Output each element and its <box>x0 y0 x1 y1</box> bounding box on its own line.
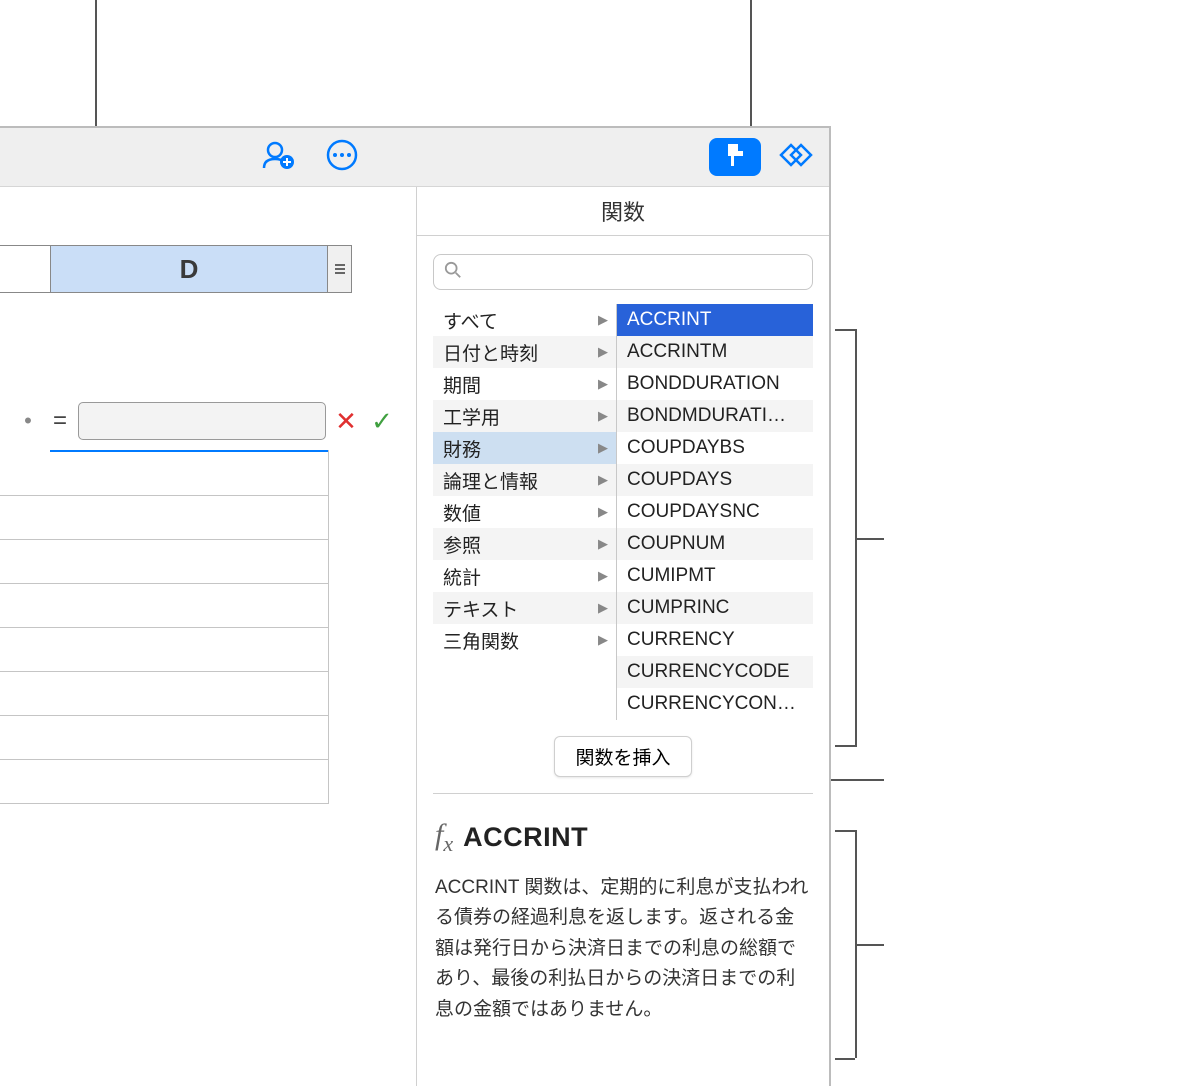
table-row[interactable] <box>0 628 328 672</box>
chevron-right-icon: ▶ <box>598 312 608 328</box>
table-row[interactable] <box>0 716 328 760</box>
table-row[interactable] <box>0 540 328 584</box>
callout-bracket <box>835 329 855 331</box>
table-row[interactable] <box>0 672 328 716</box>
format-brush-icon <box>721 141 749 174</box>
accept-formula-button[interactable]: ✓ <box>366 405 398 437</box>
search-container <box>417 236 829 304</box>
chevron-right-icon: ▶ <box>598 504 608 520</box>
cancel-formula-button[interactable]: ✕ <box>330 405 362 437</box>
formula-menu-icon[interactable]: • <box>14 408 42 434</box>
column-label: D <box>180 254 199 285</box>
sidebar-title-label: 関数 <box>601 195 645 227</box>
function-item[interactable]: CURRENCYCON… <box>617 688 813 720</box>
table-row[interactable] <box>0 584 328 628</box>
category-item[interactable]: 日付と時刻▶ <box>433 336 616 368</box>
function-detail: fx ACCRINT ACCRINT 関数は、定期的に利息が支払われる債券の経過… <box>417 794 829 1049</box>
column-header[interactable] <box>0 245 50 293</box>
formula-editor: • = ✕ ✓ <box>14 397 398 445</box>
more-button[interactable] <box>322 137 362 177</box>
app-window: D • = ✕ ✓ <box>0 126 831 1086</box>
function-item[interactable]: ACCRINTM <box>617 336 813 368</box>
function-item[interactable]: BONDDURATION <box>617 368 813 400</box>
grid-edge <box>328 450 329 804</box>
collaborator-icon <box>261 138 295 177</box>
category-item[interactable]: 財務▶ <box>433 432 616 464</box>
chevron-right-icon: ▶ <box>598 632 608 648</box>
function-item[interactable]: COUPDAYS <box>617 464 813 496</box>
equals-sign: = <box>46 407 74 435</box>
category-item[interactable]: 参照▶ <box>433 528 616 560</box>
function-item[interactable]: CUMPRINC <box>617 592 813 624</box>
category-item[interactable]: 期間▶ <box>433 368 616 400</box>
chevron-right-icon: ▶ <box>598 408 608 424</box>
table-row[interactable] <box>0 760 328 804</box>
callout-bracket <box>835 745 855 747</box>
insert-function-button[interactable]: 関数を挿入 <box>554 736 691 777</box>
chevron-right-icon: ▶ <box>598 600 608 616</box>
category-list: すべて▶日付と時刻▶期間▶工学用▶財務▶論理と情報▶数値▶参照▶統計▶テキスト▶… <box>433 304 617 720</box>
function-item[interactable]: COUPDAYBS <box>617 432 813 464</box>
category-item[interactable]: 論理と情報▶ <box>433 464 616 496</box>
callout-bracket <box>855 538 884 540</box>
toolbar <box>0 128 829 187</box>
cell-grid[interactable] <box>0 450 328 804</box>
more-icon <box>325 138 359 177</box>
column-header-d[interactable]: D <box>50 245 328 293</box>
functions-sidebar: 関数 すべて▶日付と時刻▶期間▶工学用▶財務▶論理と情報▶数値▶参照▶統計▶テキ… <box>417 187 829 1086</box>
function-item[interactable]: BONDMDURATI… <box>617 400 813 432</box>
callout-bracket <box>835 830 855 832</box>
table-row[interactable] <box>0 452 328 496</box>
fx-icon: fx <box>435 818 453 857</box>
function-detail-name: ACCRINT <box>463 822 588 853</box>
function-item[interactable]: CURRENCY <box>617 624 813 656</box>
category-item[interactable]: 数値▶ <box>433 496 616 528</box>
search-input[interactable] <box>433 254 813 290</box>
function-item[interactable]: CURRENCYCODE <box>617 656 813 688</box>
function-item[interactable]: ACCRINT <box>617 304 813 336</box>
spreadsheet-area: D • = ✕ ✓ <box>0 187 417 1086</box>
category-item[interactable]: 統計▶ <box>433 560 616 592</box>
column-menu-handle[interactable] <box>328 245 352 293</box>
callout-line <box>95 0 97 130</box>
sidebar-title: 関数 <box>417 187 829 236</box>
formula-input[interactable] <box>78 402 326 440</box>
callout-bracket <box>835 1058 855 1060</box>
callout-line <box>750 0 752 130</box>
check-icon: ✓ <box>371 406 393 437</box>
table-row[interactable] <box>0 496 328 540</box>
chevron-right-icon: ▶ <box>598 376 608 392</box>
callout-bracket <box>855 944 884 946</box>
category-item[interactable]: 工学用▶ <box>433 400 616 432</box>
chevron-right-icon: ▶ <box>598 344 608 360</box>
chevron-right-icon: ▶ <box>598 440 608 456</box>
chevron-right-icon: ▶ <box>598 536 608 552</box>
function-item[interactable]: COUPNUM <box>617 528 813 560</box>
close-icon: ✕ <box>335 406 357 437</box>
function-item[interactable]: COUPDAYSNC <box>617 496 813 528</box>
content-area: D • = ✕ ✓ <box>0 187 829 1086</box>
function-item[interactable]: CUMIPMT <box>617 560 813 592</box>
category-item[interactable]: すべて▶ <box>433 304 616 336</box>
category-item[interactable]: 三角関数▶ <box>433 624 616 656</box>
shapes-icon <box>777 141 813 174</box>
collaborate-button[interactable] <box>258 137 298 177</box>
organize-panel-button[interactable] <box>769 138 821 176</box>
function-list: ACCRINTACCRINTMBONDDURATIONBONDMDURATI…C… <box>617 304 813 720</box>
function-browser: すべて▶日付と時刻▶期間▶工学用▶財務▶論理と情報▶数値▶参照▶統計▶テキスト▶… <box>417 304 829 720</box>
category-item[interactable]: テキスト▶ <box>433 592 616 624</box>
chevron-right-icon: ▶ <box>598 568 608 584</box>
function-detail-description: ACCRINT 関数は、定期的に利息が支払われる債券の経過利息を返します。返され… <box>435 873 811 1025</box>
format-panel-button[interactable] <box>709 138 761 176</box>
chevron-right-icon: ▶ <box>598 472 608 488</box>
search-icon <box>444 261 462 284</box>
